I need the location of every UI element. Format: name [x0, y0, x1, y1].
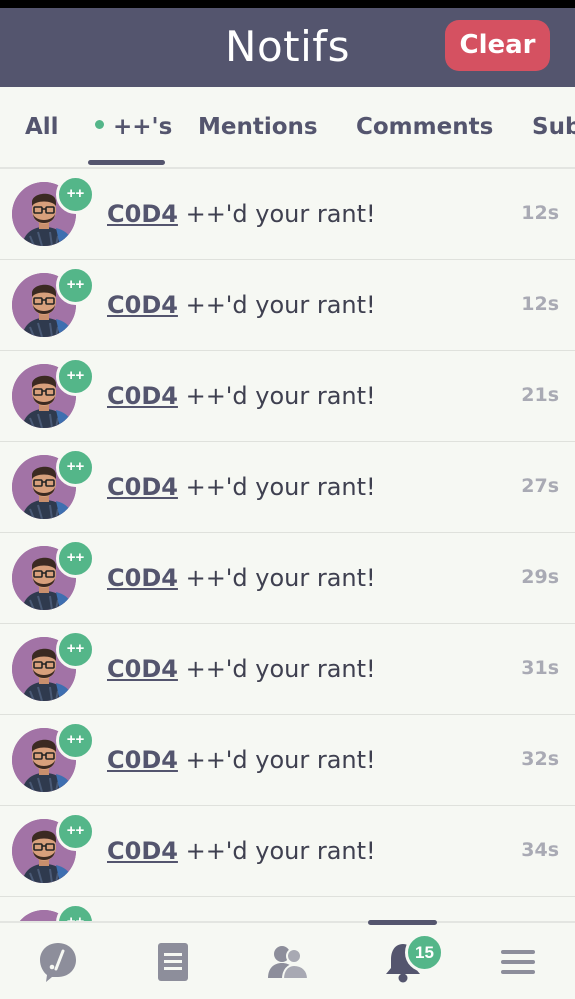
- plusplus-badge: ++: [56, 448, 95, 487]
- tab-subscriptions[interactable]: Sub: [532, 114, 575, 140]
- notification-time: 21s: [521, 384, 559, 406]
- notification-message: ++'d your rant!: [185, 564, 376, 592]
- plusplus-badge: ++: [56, 357, 95, 396]
- username-link[interactable]: C0D4: [107, 291, 178, 319]
- username-link[interactable]: C0D4: [107, 473, 178, 501]
- tab-all[interactable]: All: [25, 114, 59, 140]
- notification-text: C0D4 ++'d your rant!: [107, 291, 376, 319]
- notification-tabs: All ++'s Mentions Comments Sub: [0, 87, 575, 169]
- notifications-screen: Notifs Clear All ++'s Mentions Comments …: [0, 8, 575, 999]
- notification-row[interactable]: ++ C0D4 ++'d your rant! 29s: [0, 533, 575, 624]
- notification-text: C0D4 ++'d your rant!: [107, 200, 376, 228]
- notification-row[interactable]: ++ C0D4 ++'d your rant! 12s: [0, 260, 575, 351]
- notification-time: 27s: [521, 475, 559, 497]
- username-link[interactable]: C0D4: [107, 746, 178, 774]
- tab-label: Sub: [532, 114, 575, 140]
- header-bar: Notifs Clear: [0, 8, 575, 87]
- plusplus-badge: ++: [56, 812, 95, 851]
- bottom-navigation: 15: [0, 920, 575, 999]
- username-link[interactable]: C0D4: [107, 564, 178, 592]
- plusplus-badge: ++: [56, 630, 95, 669]
- username-link[interactable]: C0D4: [107, 382, 178, 410]
- tab-label: ++'s: [113, 114, 173, 140]
- notification-text: C0D4 ++'d your rant!: [107, 746, 376, 774]
- plusplus-badge: ++: [56, 721, 95, 760]
- notification-row[interactable]: ++ C0D4 ++'d your rant! 31s: [0, 624, 575, 715]
- nav-menu[interactable]: [460, 923, 575, 999]
- tab-plusplus[interactable]: ++'s: [95, 114, 172, 140]
- notification-row[interactable]: ++ C0D4 ++'d your rant! 32s: [0, 715, 575, 806]
- notification-count-badge: 15: [405, 933, 444, 972]
- tab-mentions[interactable]: Mentions: [198, 114, 318, 140]
- notification-time: 12s: [521, 202, 559, 224]
- nav-notifications[interactable]: [345, 923, 460, 999]
- notification-row[interactable]: ++ C0D4 ++'d your rant! 34s: [0, 806, 575, 897]
- nav-documents[interactable]: [115, 923, 230, 999]
- username-link[interactable]: C0D4: [107, 200, 178, 228]
- notification-message: ++'d your rant!: [185, 200, 376, 228]
- tab-label: Mentions: [198, 114, 318, 140]
- notification-message: ++'d your rant!: [185, 473, 376, 501]
- tab-label: All: [25, 114, 59, 140]
- notification-row[interactable]: ++ C0D4 ++'d your rant! 27s: [0, 442, 575, 533]
- notification-text: C0D4 ++'d your rant!: [107, 655, 376, 683]
- notification-message: ++'d your rant!: [185, 746, 376, 774]
- nav-rants[interactable]: [0, 923, 115, 999]
- nav-people[interactable]: [230, 923, 345, 999]
- notification-list: ++ C0D4 ++'d your rant! 12s ++ C0D4 ++'d…: [0, 169, 575, 988]
- notification-text: C0D4 ++'d your rant!: [107, 564, 376, 592]
- notification-message: ++'d your rant!: [185, 655, 376, 683]
- plusplus-badge: ++: [56, 266, 95, 305]
- notification-row[interactable]: ++ C0D4 ++'d your rant! 21s: [0, 351, 575, 442]
- notification-message: ++'d your rant!: [185, 291, 376, 319]
- notification-time: 29s: [521, 566, 559, 588]
- notification-time: 12s: [521, 293, 559, 315]
- notification-time: 34s: [521, 839, 559, 861]
- tab-label: Comments: [356, 114, 494, 140]
- notification-text: C0D4 ++'d your rant!: [107, 382, 376, 410]
- document-icon: [157, 943, 188, 981]
- active-tab-indicator: [88, 160, 165, 165]
- unread-dot-icon: [95, 120, 104, 129]
- username-link[interactable]: C0D4: [107, 655, 178, 683]
- tab-comments[interactable]: Comments: [356, 114, 493, 140]
- rant-feed-icon: [39, 943, 76, 982]
- notification-row[interactable]: ++ C0D4 ++'d your rant! 12s: [0, 169, 575, 260]
- username-link[interactable]: C0D4: [107, 837, 178, 865]
- notification-text: C0D4 ++'d your rant!: [107, 837, 376, 865]
- notification-message: ++'d your rant!: [185, 837, 376, 865]
- menu-icon: [500, 950, 535, 974]
- notification-message: ++'d your rant!: [185, 382, 376, 410]
- notification-text: C0D4 ++'d your rant!: [107, 473, 376, 501]
- plusplus-badge: ++: [56, 539, 95, 578]
- plusplus-badge: ++: [56, 175, 95, 214]
- notification-time: 31s: [521, 657, 559, 679]
- notification-time: 32s: [521, 748, 559, 770]
- clear-button[interactable]: Clear: [445, 20, 550, 71]
- people-icon: [267, 946, 309, 980]
